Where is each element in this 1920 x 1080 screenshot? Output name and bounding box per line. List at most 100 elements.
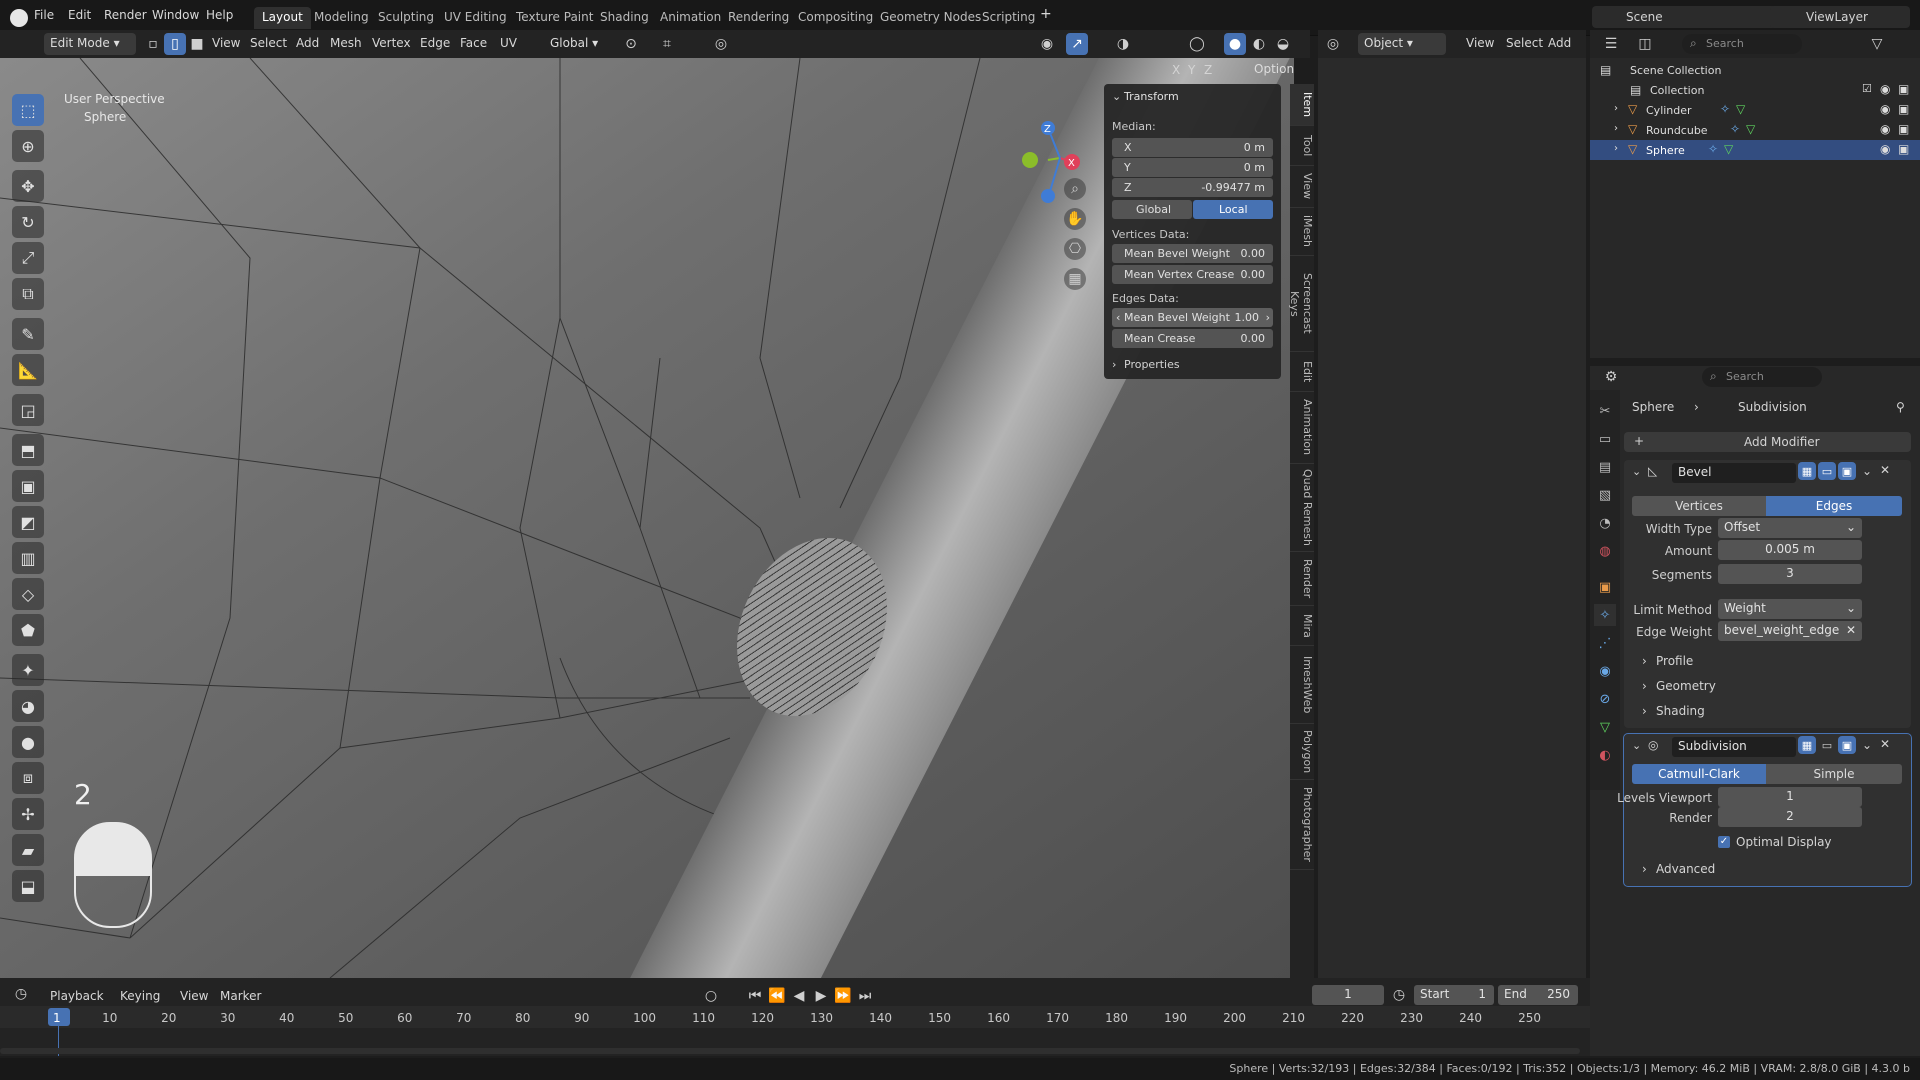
filter-icon[interactable]: ▽ <box>1866 33 1888 55</box>
modifier-menu-chevron-icon[interactable]: ⌄ <box>1862 464 1872 478</box>
material-shading-icon[interactable]: ◐ <box>1248 33 1270 55</box>
tab-compositing[interactable]: Compositing <box>790 7 881 29</box>
tab-rendering[interactable]: Rendering <box>720 7 797 29</box>
current-frame-field[interactable]: 1 <box>1312 985 1384 1005</box>
eye-icon[interactable]: ◉ <box>1880 102 1890 116</box>
bevel-edges-toggle[interactable]: Edges <box>1766 496 1902 516</box>
global-toggle[interactable]: Global <box>1112 200 1192 219</box>
mean-crease-field[interactable]: Mean Crease 0.00 <box>1112 329 1273 348</box>
decrement-chevron-icon[interactable]: ‹ <box>1116 311 1120 324</box>
bevel-remove-icon[interactable]: ✕ <box>1880 463 1890 477</box>
viewport-toggle-icon[interactable]: ▭ <box>1818 736 1836 754</box>
render-toggle-icon[interactable]: ▣ <box>1838 736 1856 754</box>
vp-menu-uv[interactable]: UV <box>500 36 517 50</box>
scene-collection-row[interactable]: ▤ Scene Collection <box>1590 60 1920 80</box>
vp-menu-vertex[interactable]: Vertex <box>372 36 411 50</box>
shear-tool-icon[interactable]: ▰ <box>12 834 44 866</box>
mode-selector[interactable]: Edit Mode ▾ <box>44 33 136 55</box>
menu-file[interactable]: File <box>34 8 54 22</box>
view-layer-selector[interactable]: ViewLayer <box>1770 6 1910 28</box>
output-tab-icon[interactable]: ▤ <box>1594 456 1616 478</box>
collection-row[interactable]: ▤ Collection ☑ ◉ ▣ <box>1590 80 1920 100</box>
sidetab-view[interactable]: View <box>1290 166 1314 208</box>
shading-subpanel[interactable]: Shading <box>1656 704 1705 718</box>
outliner-search-input[interactable]: ⌕ Search <box>1682 34 1802 54</box>
properties-search-input[interactable]: ⌕ Search <box>1702 367 1822 387</box>
tab-modeling[interactable]: Modeling <box>306 7 377 29</box>
width-type-dropdown[interactable]: Offset ⌄ <box>1718 518 1862 538</box>
profile-subpanel[interactable]: Profile <box>1656 654 1693 668</box>
edge-slide-tool-icon[interactable]: ⧈ <box>12 762 44 794</box>
blender-logo-icon[interactable] <box>10 9 28 27</box>
scale-tool-icon[interactable]: ⤢ <box>12 242 44 274</box>
jump-start-icon[interactable]: ⏮ <box>744 985 766 1007</box>
loop-cut-tool-icon[interactable]: ▥ <box>12 542 44 574</box>
catmull-clark-toggle[interactable]: Catmull-Clark <box>1632 764 1766 784</box>
local-toggle[interactable]: Local <box>1193 200 1273 219</box>
sidetab-screencast-keys[interactable]: Screencast Keys <box>1288 256 1314 352</box>
ed2-menu-select[interactable]: Select <box>1506 36 1543 50</box>
tab-layout[interactable]: Layout <box>254 7 311 29</box>
render-toggle-icon[interactable]: ▣ <box>1838 462 1856 480</box>
vp-menu-view[interactable]: View <box>212 36 240 50</box>
sidetab-tool[interactable]: Tool <box>1290 126 1314 166</box>
rotate-tool-icon[interactable]: ↻ <box>12 206 44 238</box>
face-select-icon[interactable]: ■ <box>186 33 208 55</box>
snap-icon[interactable]: ⌗ <box>656 33 678 55</box>
pan-hand-icon[interactable]: ✋ <box>1064 208 1086 230</box>
mean-bevel-weight-edge-field[interactable]: ‹ Mean Bevel Weight 1.00 › <box>1112 308 1273 327</box>
viewport-toggle-icon[interactable]: ▭ <box>1818 462 1836 480</box>
vertex-select-icon[interactable]: ▫ <box>142 33 164 55</box>
move-tool-icon[interactable]: ✥ <box>12 170 44 202</box>
ed2-menu-view[interactable]: View <box>1466 36 1494 50</box>
object-mode-selector[interactable]: Object ▾ <box>1358 33 1446 55</box>
constraints-tab-icon[interactable]: ⊘ <box>1594 688 1616 710</box>
amount-field[interactable]: 0.005 m <box>1718 540 1862 560</box>
menu-edit[interactable]: Edit <box>68 8 91 22</box>
scene-selector[interactable]: Scene <box>1592 6 1782 28</box>
annotate-tool-icon[interactable]: ✎ <box>12 318 44 350</box>
bevel-collapse-icon[interactable]: ⌄ <box>1632 465 1641 478</box>
end-frame-field[interactable]: End 250 <box>1498 985 1578 1005</box>
timeline-menu-keying[interactable]: Keying <box>120 989 160 1003</box>
display-mode-icon[interactable]: ◫ <box>1634 33 1656 55</box>
outliner-editor-icon[interactable]: ☰ <box>1600 33 1622 55</box>
clear-icon[interactable]: ✕ <box>1846 623 1856 637</box>
edit-mode-toggle-icon[interactable]: ▦ <box>1798 736 1816 754</box>
add-modifier-button[interactable]: + Add Modifier <box>1624 432 1911 452</box>
tab-geometry-nodes[interactable]: Geometry Nodes <box>872 7 989 29</box>
levels-viewport-field[interactable]: 1 <box>1718 787 1862 807</box>
bevel-tool-icon[interactable]: ◩ <box>12 506 44 538</box>
optimal-display-checkbox[interactable]: ✓ <box>1718 836 1730 848</box>
sidetab-edit[interactable]: Edit <box>1290 352 1314 392</box>
sidetab-mira[interactable]: Mira <box>1290 606 1314 646</box>
outliner-item-roundcube[interactable]: › ▽ Roundcube ✧ ▽ ◉ ▣ <box>1590 120 1920 140</box>
menu-help[interactable]: Help <box>206 8 233 22</box>
geometry-chevron-icon[interactable]: › <box>1642 679 1647 693</box>
secondary-editor[interactable]: ◎ Object ▾ View Select Add <box>1318 30 1586 978</box>
bevel-name-field[interactable]: Bevel <box>1672 463 1796 483</box>
editor-type-icon[interactable]: ◎ <box>1322 33 1344 55</box>
eye-icon[interactable]: ◉ <box>1880 142 1890 156</box>
axis-x-toggle[interactable]: X <box>1172 63 1180 77</box>
sidetab-imeshweb[interactable]: ImeshWeb <box>1290 646 1314 724</box>
gizmo-toggle-icon[interactable]: ↗ <box>1066 33 1088 55</box>
sidetab-polygon[interactable]: Polygon <box>1290 724 1314 780</box>
select-box-tool-icon[interactable]: ⬚ <box>12 94 44 126</box>
expand-chevron-icon[interactable]: › <box>1614 143 1618 154</box>
expand-chevron-icon[interactable]: › <box>1614 123 1618 134</box>
smooth-tool-icon[interactable]: ● <box>12 726 44 758</box>
sidetab-render[interactable]: Render <box>1290 552 1314 606</box>
tool-tab-icon[interactable]: ✂ <box>1594 400 1616 422</box>
eye-icon[interactable]: ◉ <box>1880 82 1890 96</box>
camera-render-icon[interactable]: ▣ <box>1898 142 1909 156</box>
play-reverse-icon[interactable]: ◀ <box>788 985 810 1007</box>
prev-keyframe-icon[interactable]: ⏪ <box>766 985 788 1007</box>
options-button[interactable]: Options ▾ <box>1248 59 1294 81</box>
stopwatch-icon[interactable]: ◷ <box>1388 984 1410 1006</box>
edge-weight-field[interactable]: bevel_weight_edge ✕ <box>1718 621 1862 641</box>
shrink-fatten-tool-icon[interactable]: ✢ <box>12 798 44 830</box>
camera-icon[interactable]: ⎔ <box>1064 238 1086 260</box>
mean-vertex-crease-field[interactable]: Mean Vertex Crease 0.00 <box>1112 265 1273 284</box>
timeline-menu-marker[interactable]: Marker <box>220 989 261 1003</box>
